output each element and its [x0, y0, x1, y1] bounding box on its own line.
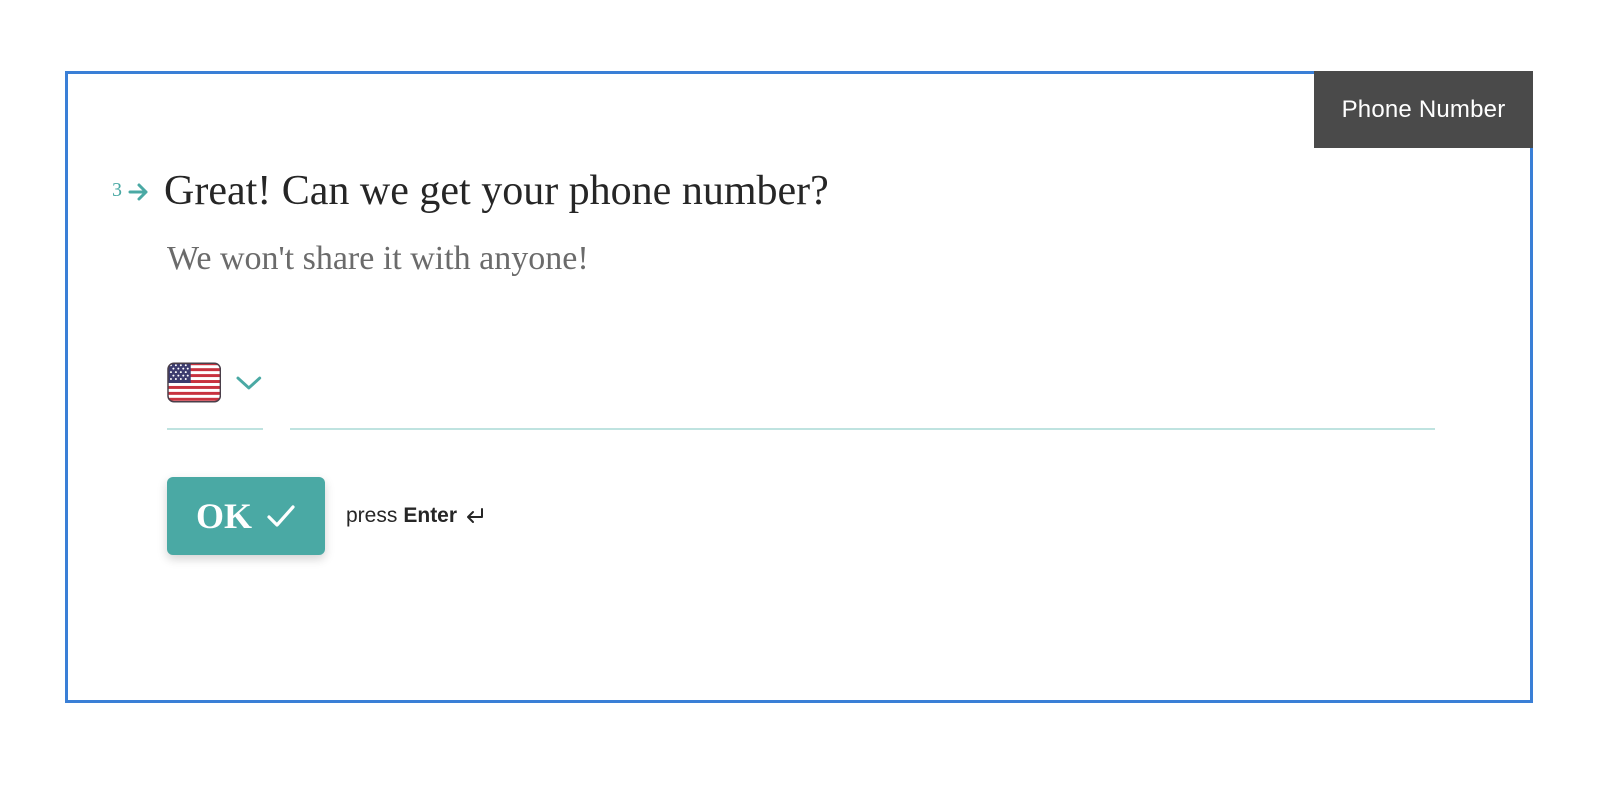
- us-flag-icon: [167, 362, 222, 403]
- ok-button-label: OK: [195, 496, 252, 536]
- question-subtitle: We won't share it with anyone!: [167, 240, 589, 277]
- field-type-tag: Phone Number: [1314, 71, 1533, 148]
- question-number: 3: [112, 179, 122, 201]
- enter-hint-key: Enter: [403, 504, 458, 527]
- arrow-right-icon: [128, 183, 148, 201]
- enter-hint-prefix: press: [346, 504, 398, 527]
- ok-button[interactable]: OK: [167, 477, 325, 555]
- check-icon: [267, 505, 295, 527]
- field-type-tag-label: Phone Number: [1341, 95, 1506, 123]
- form-frame: Phone Number 3 Great! Can we get your ph…: [65, 71, 1533, 703]
- question-header: 3 Great! Can we get your phone number?: [112, 170, 829, 212]
- phone-number-input[interactable]: [290, 380, 1435, 430]
- question-title: Great! Can we get your phone number?: [164, 168, 829, 214]
- country-code-dropdown[interactable]: [167, 362, 263, 430]
- enter-key-icon: [467, 508, 484, 523]
- enter-hint: press Enter: [346, 504, 485, 528]
- chevron-down-icon: [236, 376, 262, 390]
